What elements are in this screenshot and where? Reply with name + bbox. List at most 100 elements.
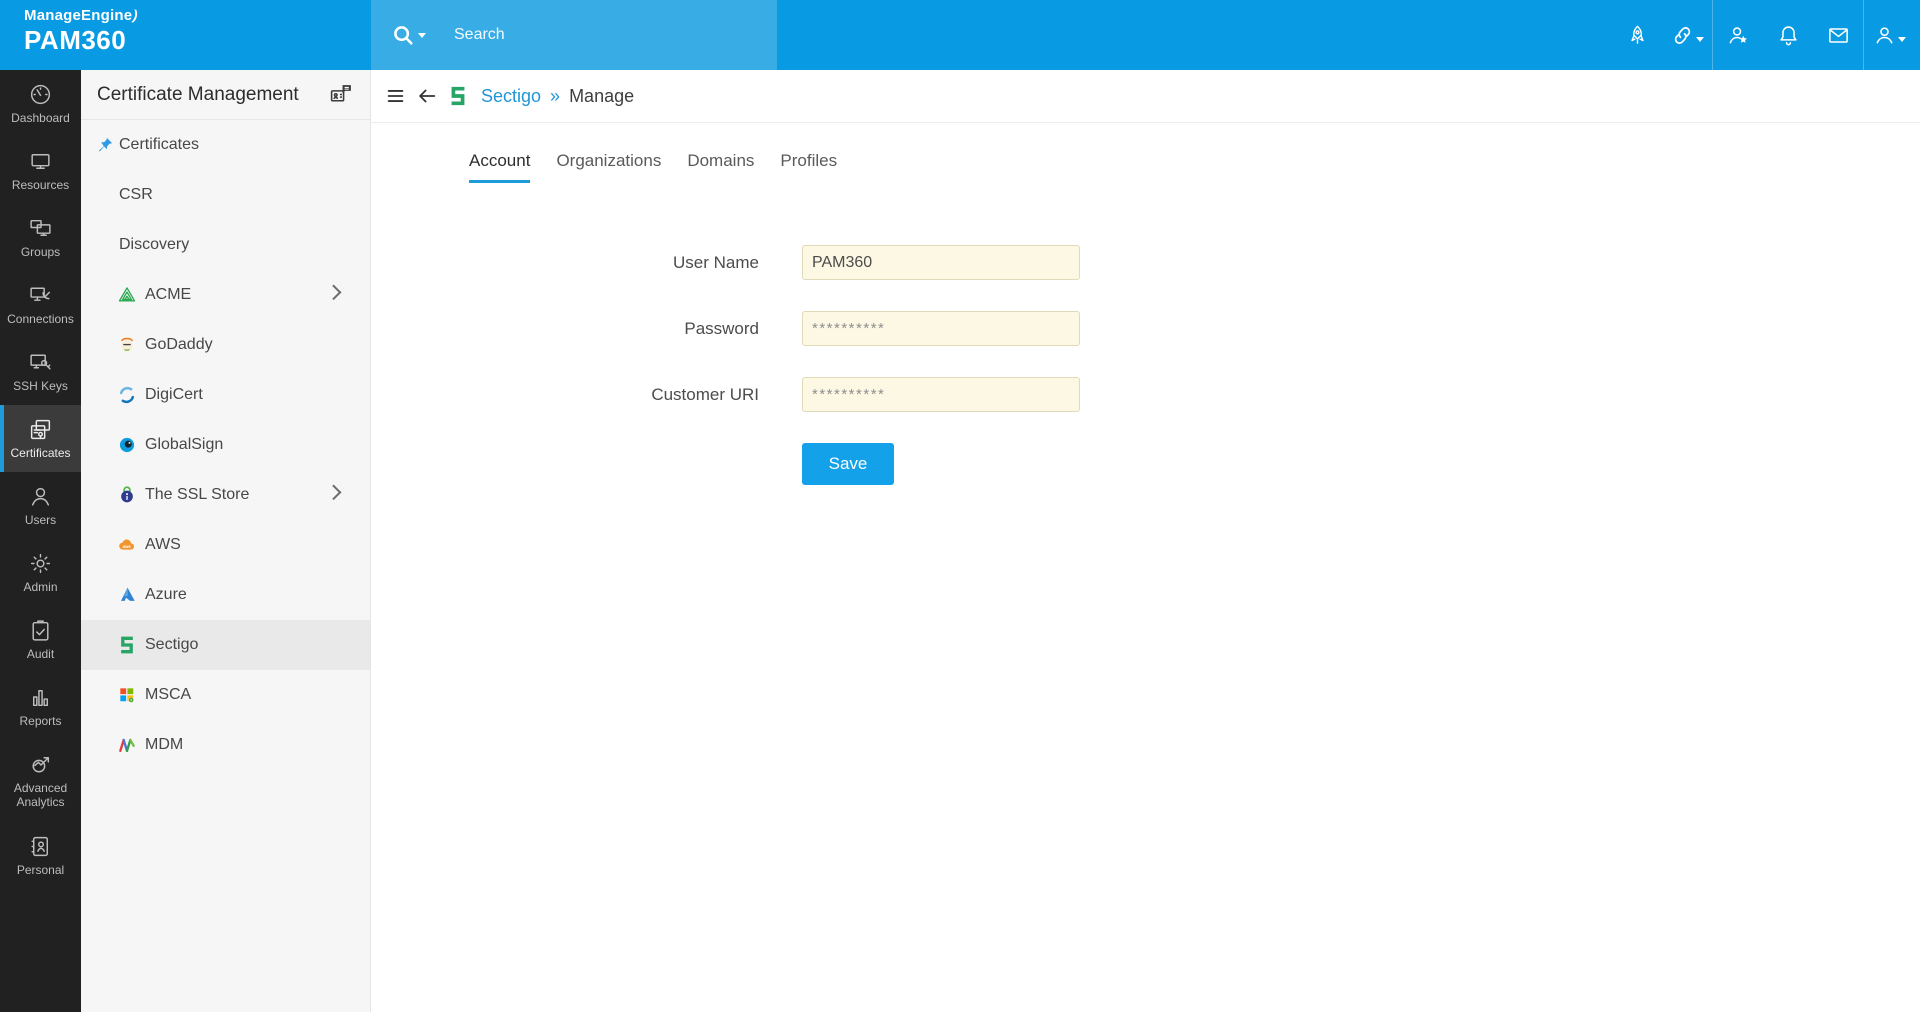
sidebar-item-ssh-keys[interactable]: SSH Keys — [0, 338, 81, 405]
search-input[interactable] — [452, 25, 736, 45]
nav-item-csr[interactable]: CSR — [81, 170, 370, 220]
sidebar-item-label: Certificates — [10, 445, 71, 460]
sidebar-item-label: SSH Keys — [13, 378, 68, 393]
nav-item-label: MDM — [145, 736, 184, 753]
nav-item-label: Certificates — [119, 136, 200, 153]
azure-icon — [117, 585, 137, 605]
module-title: Certificate Management — [97, 83, 299, 105]
nav-item-label: ACME — [145, 286, 192, 303]
sidebar-item-groups[interactable]: Groups — [0, 204, 81, 271]
nav-item-sectigo[interactable]: Sectigo — [81, 620, 370, 670]
nav-item-digicert[interactable]: DigiCert — [81, 370, 370, 420]
breadcrumb-separator: » — [550, 85, 561, 106]
save-button[interactable]: Save — [802, 443, 894, 485]
sidebar-item-admin[interactable]: Admin — [0, 539, 81, 606]
mdm-icon — [117, 735, 137, 755]
admin-icon — [28, 551, 53, 576]
sidebar-item-users[interactable]: Users — [0, 472, 81, 539]
sidebar-item-dashboard[interactable]: Dashboard — [0, 70, 81, 137]
chevron-right-icon — [325, 484, 342, 501]
mail-icon[interactable] — [1813, 0, 1863, 70]
msca-icon — [117, 685, 137, 705]
topbar-actions — [1612, 0, 1914, 70]
form-rows: User Name Password Customer URI — [371, 245, 1920, 412]
sidebar-item-personal[interactable]: Personal — [0, 822, 81, 889]
link-icon[interactable] — [1662, 0, 1712, 70]
tab-bar: Account Organizations Domains Profiles — [371, 151, 1920, 183]
nav-item-the-ssl-store[interactable]: The SSL Store — [81, 470, 370, 520]
user-name-label: User Name — [673, 252, 759, 272]
sidebar-item-label: Reports — [19, 713, 62, 728]
sidebar-item-reports[interactable]: Reports — [0, 673, 81, 740]
audit-icon — [28, 618, 53, 643]
form-row-customer-uri: Customer URI — [371, 377, 1920, 412]
personal-icon — [28, 834, 53, 859]
search-scope-caret-icon[interactable] — [418, 32, 426, 38]
nav-item-mdm[interactable]: MDM — [81, 720, 370, 770]
bell-icon[interactable] — [1763, 0, 1813, 70]
sidebar-item-connections[interactable]: Connections — [0, 271, 81, 338]
tab-account[interactable]: Account — [469, 151, 531, 183]
sidebar-item-label: Users — [24, 512, 57, 527]
nav-item-label: Sectigo — [145, 636, 199, 653]
manageengine-pam360-logo[interactable]: ManageEngine) PAM360 — [24, 6, 141, 55]
nav-item-msca[interactable]: MSCA — [81, 670, 370, 720]
nav-item-label: MSCA — [145, 686, 192, 703]
sidebar-item-audit[interactable]: Audit — [0, 606, 81, 673]
sidebar-item-label: Audit — [26, 646, 55, 661]
password-field[interactable] — [802, 311, 1080, 346]
sidebar-item-label: Connections — [7, 311, 74, 326]
breadcrumb-link-sectigo[interactable]: Sectigo — [481, 86, 541, 107]
ssh-keys-icon — [28, 350, 53, 375]
menu-toggle-icon[interactable] — [385, 85, 407, 107]
user-name-field[interactable] — [802, 245, 1080, 280]
nav-item-label: AWS — [145, 536, 181, 553]
dashboard-icon — [28, 82, 53, 107]
logo-swoosh: ) — [131, 6, 141, 24]
sidebar-item-advanced-analytics[interactable]: Advanced Analytics — [0, 740, 81, 822]
chevron-right-icon — [325, 284, 342, 301]
form-row-user-name: User Name — [371, 245, 1920, 280]
sidebar-item-resources[interactable]: Resources — [0, 137, 81, 204]
back-arrow-icon[interactable] — [416, 85, 438, 107]
nav-item-globalsign[interactable]: GlobalSign — [81, 420, 370, 470]
nav-item-aws[interactable]: aws AWS — [81, 520, 370, 570]
user-icon[interactable] — [1864, 0, 1914, 70]
customer-uri-field[interactable] — [802, 377, 1080, 412]
connections-icon — [28, 283, 53, 308]
sidebar-item-label: Personal — [16, 862, 65, 877]
resources-icon — [28, 149, 53, 174]
nav-item-discovery[interactable]: Discovery — [81, 220, 370, 270]
sectigo-icon — [117, 635, 137, 655]
primary-sidebar: Dashboard Resources Groups Connections SSH K… — [0, 70, 81, 1012]
breadcrumb: Sectigo » Manage — [371, 70, 1920, 123]
secondary-sidebar-header: Certificate Management — [81, 70, 370, 120]
nav-item-label: DigiCert — [145, 386, 203, 403]
nav-item-acme[interactable]: ACME — [81, 270, 370, 320]
secondary-sidebar: Certificate Management Certificates CSR Di… — [81, 70, 371, 1012]
rocket-icon[interactable] — [1612, 0, 1662, 70]
nav-item-certificates[interactable]: Certificates — [81, 120, 370, 170]
secondary-sidebar-items: Certificates CSR Discovery ACME GoDaddy DigiC… — [81, 120, 370, 770]
nav-item-azure[interactable]: Azure — [81, 570, 370, 620]
advanced-analytics-icon — [28, 752, 53, 777]
sidebar-item-certificates[interactable]: Certificates — [0, 405, 81, 472]
sslstore-icon — [117, 485, 137, 505]
certificate-request-icon[interactable] — [329, 82, 354, 107]
product-name: PAM360 — [24, 24, 127, 55]
tab-organizations[interactable]: Organizations — [556, 151, 661, 183]
nav-item-label: Azure — [145, 586, 187, 603]
tab-profiles[interactable]: Profiles — [780, 151, 837, 183]
digicert-icon — [117, 385, 137, 405]
nav-item-godaddy[interactable]: GoDaddy — [81, 320, 370, 370]
certificates-icon — [28, 417, 53, 442]
app-body: Dashboard Resources Groups Connections SSH K… — [0, 70, 1920, 1012]
pam360-window: ManageEngine) PAM360 Dashboard Resources G… — [0, 0, 1920, 1012]
sidebar-item-label: Groups — [20, 244, 61, 259]
user-star-icon[interactable] — [1713, 0, 1763, 70]
reports-icon — [28, 685, 53, 710]
search-icon[interactable] — [391, 23, 416, 48]
nav-item-label: The SSL Store — [145, 486, 250, 503]
tab-domains[interactable]: Domains — [687, 151, 754, 183]
acme-icon — [117, 285, 137, 305]
